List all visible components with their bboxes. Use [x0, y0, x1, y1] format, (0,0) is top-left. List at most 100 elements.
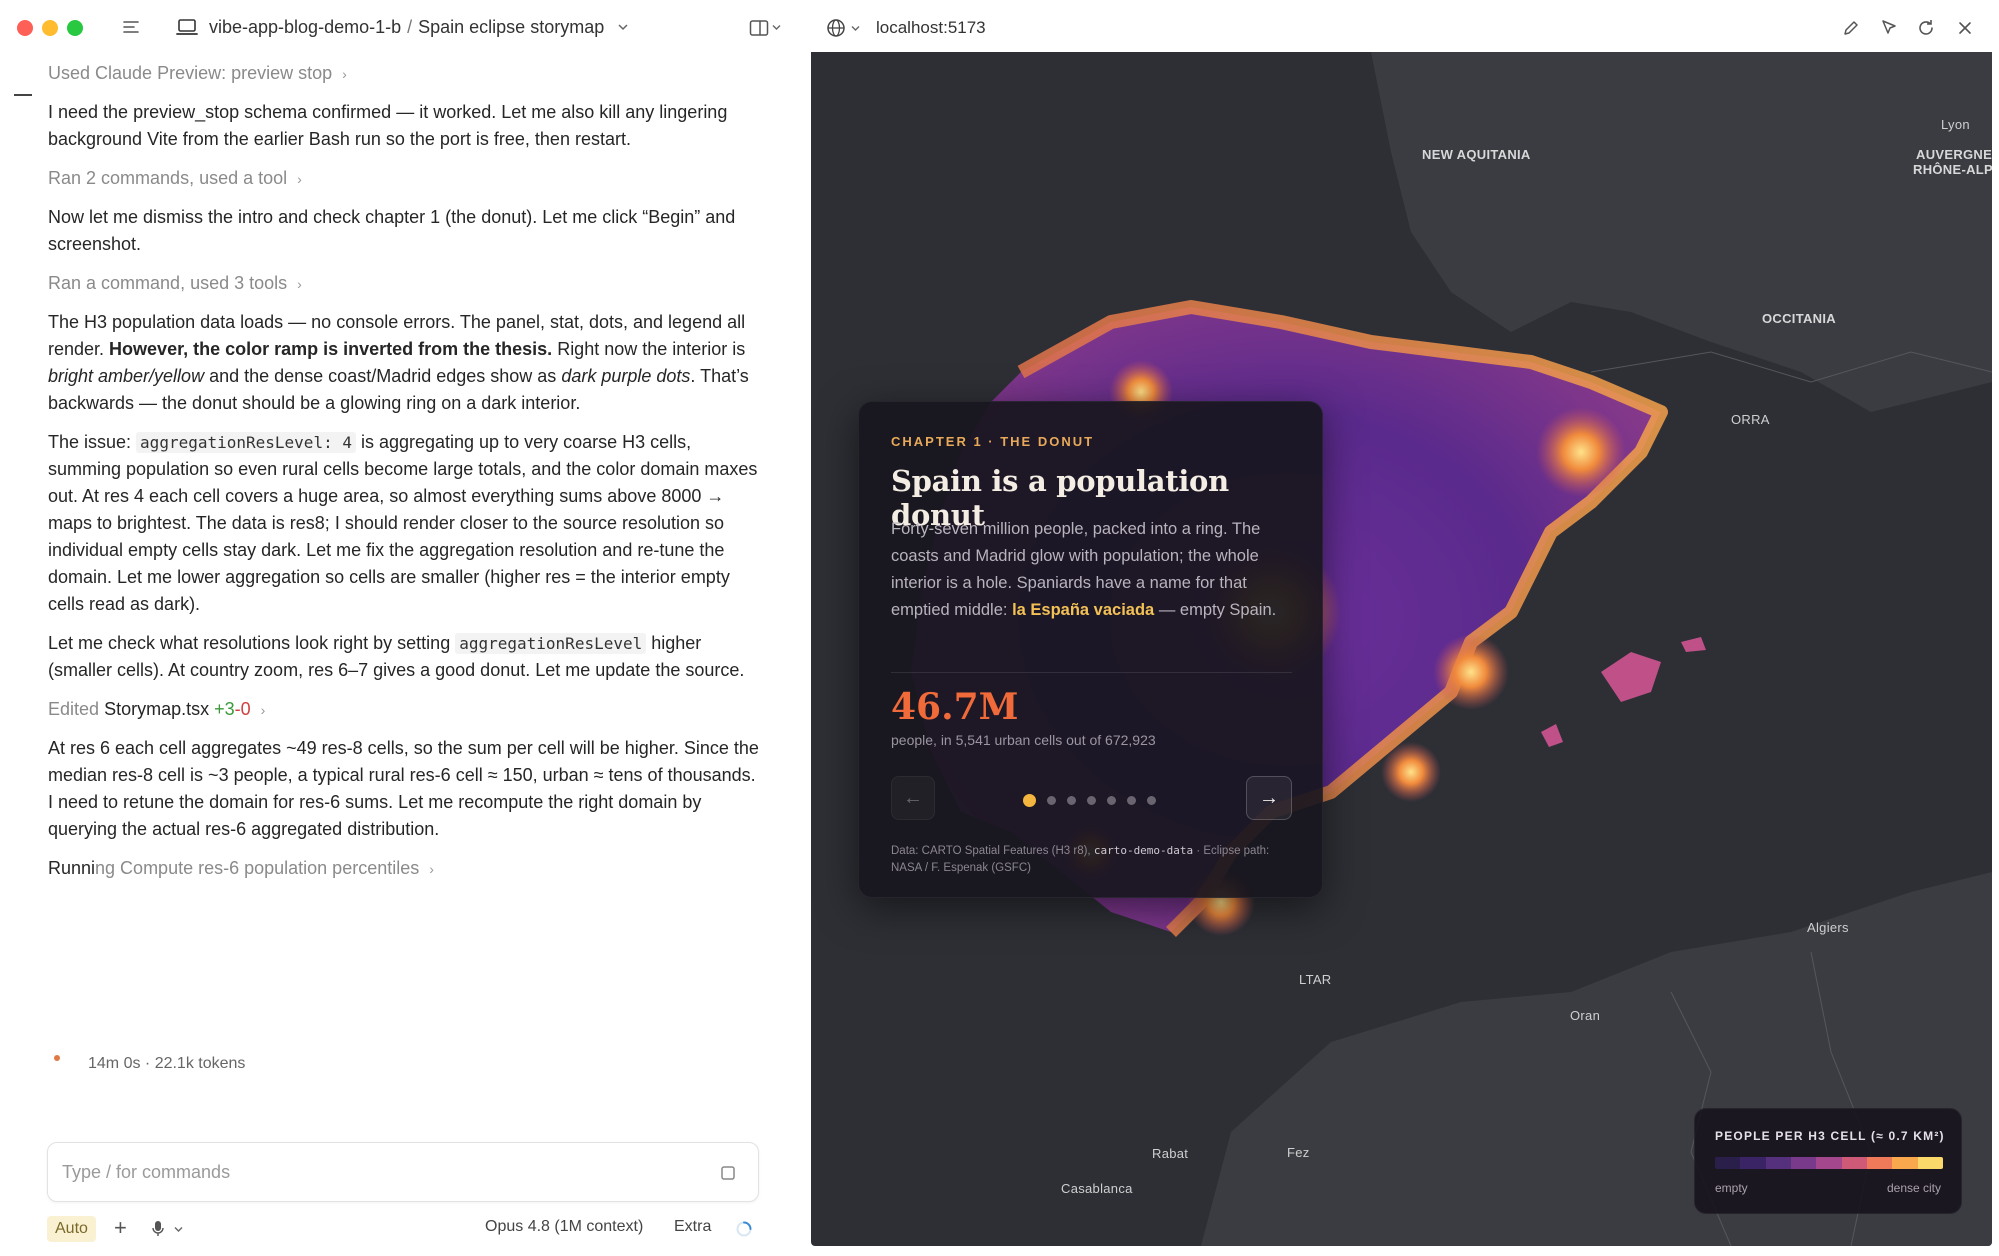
map-label-city: Lyon — [1941, 117, 1970, 132]
valencia-hotspot — [1433, 634, 1509, 710]
pagination-dot[interactable] — [1107, 796, 1116, 806]
divider — [891, 672, 1292, 673]
window-minimize-button[interactable] — [42, 20, 58, 36]
map-label-city: Algiers — [1807, 920, 1849, 935]
inline-code: aggregationResLevel — [455, 633, 647, 654]
chevron-right-icon: › — [429, 861, 434, 877]
legend-max-label: dense city — [1886, 1181, 1941, 1195]
microphone-icon[interactable] — [151, 1220, 165, 1238]
chevron-down-icon[interactable] — [851, 25, 860, 32]
chapter-body: Forty-seven million people, packed into … — [891, 516, 1296, 624]
assistant-message: I need the preview_stop schema confirmed… — [48, 102, 728, 149]
close-icon[interactable] — [1955, 18, 1975, 38]
tool-call-summary[interactable]: Ran a command, used 3 tools › — [48, 270, 760, 297]
mallorca-island — [1601, 652, 1661, 702]
previous-chapter-button[interactable]: ← — [891, 776, 935, 820]
chevron-right-icon: › — [297, 276, 302, 292]
tool-call-summary[interactable]: Used Claude Preview: preview stop › — [48, 60, 760, 87]
pagination-dot[interactable] — [1067, 796, 1076, 806]
running-tool-line[interactable]: Running Compute res-6 population percent… — [48, 855, 760, 882]
edit-summary[interactable]: Edited Storymap.tsx +3-0 › — [48, 696, 760, 723]
legend-swatch — [1816, 1157, 1842, 1169]
message-text: The issue: — [48, 432, 137, 452]
murcia-hotspot — [1381, 742, 1441, 802]
title-bar: vibe-app-blog-demo-1-b / Spain eclipse sto… — [0, 0, 800, 58]
chat-pane: vibe-app-blog-demo-1-b / Spain eclipse sto… — [0, 0, 800, 1256]
chat-transcript: Used Claude Preview: preview stop › I nee… — [48, 60, 760, 882]
stat-caption: people, in 5,541 urban cells out of 672,… — [891, 732, 1156, 748]
message-italic-text: dark purple dots — [561, 366, 691, 386]
status-line: 14m 0s · 22.1k tokens — [54, 1054, 245, 1073]
legend-swatch — [1841, 1157, 1867, 1169]
chevron-down-icon[interactable] — [772, 24, 781, 31]
stop-icon[interactable] — [720, 1165, 736, 1181]
chevron-right-icon: › — [297, 171, 302, 187]
add-attachment-button[interactable]: + — [114, 1214, 127, 1242]
assistant-message: The issue: aggregationResLevel: 4 is agg… — [48, 429, 760, 618]
message-text: and the dense coast/Madrid edges show as — [204, 366, 562, 386]
sidebar-toggle-icon[interactable] — [122, 18, 140, 36]
browser-preview: localhost:5173 NEW AQUITANIA Lyon AUVERG… — [810, 0, 1999, 1256]
chapter-highlight: la España vaciada — [1012, 601, 1155, 619]
chevron-down-icon[interactable] — [174, 1226, 183, 1233]
window-close-button[interactable] — [17, 20, 33, 36]
legend-color-ramp — [1715, 1157, 1943, 1169]
map-label-city: Rabat — [1152, 1146, 1189, 1161]
menorca-island — [1681, 637, 1706, 652]
pagination-dot[interactable] — [1047, 796, 1056, 806]
data-credit: Data: CARTO Spatial Features (H3 r8), ca… — [891, 842, 1301, 877]
breadcrumb-separator: / — [407, 17, 413, 37]
model-selector[interactable]: Opus 4.8 (1M context) — [485, 1218, 643, 1236]
legend-title: PEOPLE PER H3 CELL (≈ 0.7 KM²) — [1715, 1129, 1945, 1143]
credit-dataset: carto-demo-data — [1093, 844, 1194, 857]
spinner-icon — [736, 1221, 752, 1237]
chevron-right-icon: › — [260, 702, 266, 718]
effort-selector[interactable]: Extra — [674, 1218, 711, 1236]
pagination-dot[interactable] — [1087, 796, 1096, 806]
address-bar[interactable]: localhost:5173 — [876, 18, 986, 38]
scroll-indicator — [14, 94, 32, 96]
tool-call-label: Ran 2 commands, used a tool — [48, 168, 288, 188]
globe-icon[interactable] — [826, 18, 846, 38]
running-text: Runni — [48, 858, 96, 878]
message-bold-text: However, the color ramp is inverted from… — [109, 339, 553, 359]
laptop-icon — [176, 19, 198, 35]
legend-swatch — [1715, 1157, 1741, 1169]
next-chapter-button[interactable]: → — [1246, 776, 1292, 820]
barcelona-hotspot — [1536, 407, 1626, 497]
chevron-right-icon: › — [342, 66, 347, 82]
legend-min-label: empty — [1715, 1181, 1748, 1195]
composer — [47, 1142, 759, 1202]
chapter-body-text: — empty Spain. — [1154, 601, 1277, 619]
map-label-country: ORRA — [1731, 412, 1770, 427]
mode-selector[interactable]: Auto — [47, 1216, 96, 1242]
pagination-dot[interactable] — [1023, 794, 1036, 808]
legend-swatch — [1917, 1157, 1943, 1169]
browser-toolbar: localhost:5173 — [810, 0, 1999, 52]
map-label-city: LTAR — [1299, 972, 1332, 987]
chapter-label: CHAPTER 1 · THE DONUT — [891, 434, 1095, 449]
chevron-down-icon[interactable] — [617, 22, 629, 32]
legend-swatch — [1790, 1157, 1817, 1169]
map-label-region: AUVERGNE — [1916, 147, 1992, 162]
assistant-message: Now let me dismiss the intro and check c… — [48, 207, 736, 254]
cursor-select-icon[interactable] — [1879, 18, 1899, 38]
tool-call-summary[interactable]: Ran 2 commands, used a tool › — [48, 165, 760, 192]
map-label-region: NEW AQUITANIA — [1422, 147, 1531, 162]
pagination-dot[interactable] — [1127, 796, 1136, 806]
window-zoom-button[interactable] — [67, 20, 83, 36]
assistant-message: At res 6 each cell aggregates ~49 res-8 … — [48, 738, 759, 839]
activity-dot-icon — [54, 1054, 60, 1061]
pencil-icon[interactable] — [1841, 18, 1861, 38]
split-panel-icon[interactable] — [749, 19, 769, 37]
command-input[interactable] — [62, 1158, 662, 1186]
tool-call-label: Ran a command, used 3 tools — [48, 273, 288, 293]
map-legend: PEOPLE PER H3 CELL (≈ 0.7 KM²) empty den… — [1694, 1108, 1962, 1214]
breadcrumb[interactable]: vibe-app-blog-demo-1-b / Spain eclipse sto… — [209, 17, 604, 38]
reload-icon[interactable] — [1916, 18, 1936, 38]
ibiza-island — [1541, 724, 1563, 747]
pagination-dot[interactable] — [1147, 796, 1156, 806]
lines-removed: -0 — [234, 699, 251, 719]
map-label-region: OCCITANIA — [1762, 311, 1836, 326]
storymap-canvas[interactable]: NEW AQUITANIA Lyon AUVERGNE RHÔNE-ALPE O… — [811, 52, 1992, 1246]
